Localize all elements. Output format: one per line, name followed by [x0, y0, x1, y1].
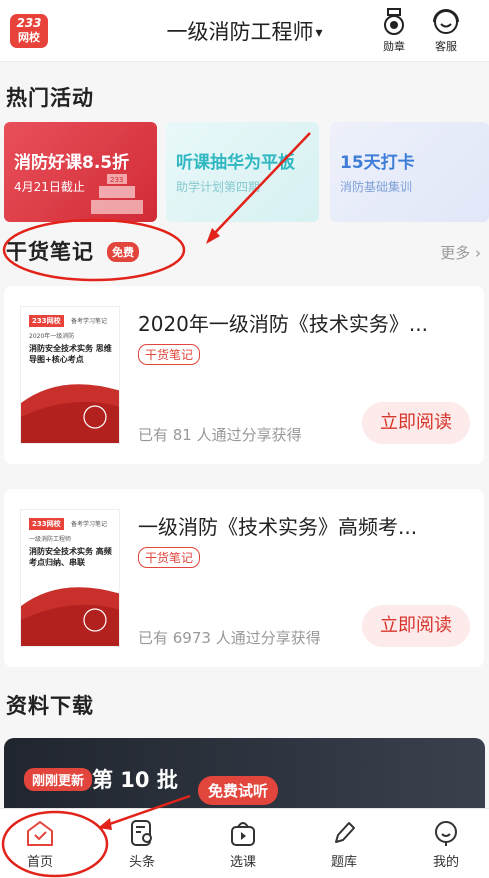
- note-card[interactable]: 233网校 备考学习笔记 2020年一级消防 消防安全技术实务 思维导图+核心考…: [4, 286, 484, 464]
- svg-text:233: 233: [110, 176, 123, 184]
- new-update-badge: 刚刚更新: [24, 768, 93, 791]
- cover-wave-graphic: [21, 587, 119, 646]
- tab-news[interactable]: 头条: [112, 819, 172, 870]
- read-now-button[interactable]: 立即阅读: [362, 605, 470, 647]
- promo-card-discount[interactable]: 消防好课8.5折 4月21日截止 233: [4, 122, 157, 222]
- note-tag: 干货笔记: [138, 344, 201, 365]
- free-badge: 免费: [107, 242, 139, 262]
- chevron-down-icon: ▾: [315, 25, 323, 41]
- tab-label: 题库: [330, 855, 357, 870]
- tab-home[interactable]: 首页: [10, 819, 70, 870]
- free-trial-badge[interactable]: 免费试听: [198, 776, 279, 805]
- news-icon: [131, 820, 152, 846]
- headset-smile-icon: [433, 9, 459, 34]
- cover-heading: 消防安全技术实务 思维导图+核心考点: [29, 344, 112, 364]
- top-header: 233 网校 一级消防工程师 ▾ 勋章 客服: [0, 0, 489, 62]
- note-cover-image: 233网校 备考学习笔记 一级消防工程师 消防安全技术实务 高频考点归纳、串联: [20, 509, 120, 647]
- cover-logo: 233网校: [29, 315, 64, 327]
- cover-subtitle: 2020年一级消防: [29, 333, 75, 340]
- promo-subtitle: 助学计划第四期: [176, 180, 261, 194]
- note-title: 一级消防《技术实务》高频考...: [138, 515, 418, 539]
- tab-question-bank[interactable]: 题库: [314, 819, 374, 870]
- page-title: 一级消防工程师: [166, 20, 314, 44]
- customer-service-button[interactable]: 客服: [426, 8, 466, 54]
- promo-subtitle: 消防基础集训: [340, 180, 413, 194]
- promo-subtitle: 4月21日截止: [14, 180, 85, 194]
- promo-card-lottery[interactable]: 听课抽华为平板 助学计划第四期: [166, 122, 319, 222]
- cover-subtitle: 一级消防工程师: [29, 536, 72, 543]
- promo-title: 听课抽华为平板: [176, 153, 295, 173]
- tab-profile[interactable]: 我的: [416, 819, 476, 870]
- tab-courses[interactable]: 选课: [213, 819, 273, 870]
- tab-label: 选课: [229, 855, 256, 870]
- profile-icon: [435, 821, 457, 846]
- medal-icon: [384, 8, 404, 35]
- cover-logo: 233网校: [29, 518, 64, 530]
- cover-wave-graphic: [21, 384, 119, 443]
- batch-label: 第 10 批: [92, 768, 178, 792]
- bottom-tab-bar: 首页 头条 选课 题库 我的: [0, 808, 489, 878]
- notes-heading: 干货笔记: [6, 240, 94, 264]
- promo-title: 15天打卡: [340, 153, 415, 173]
- tower-illustration-icon: 233: [91, 174, 143, 214]
- home-icon: [27, 821, 53, 846]
- hot-activities-heading: 热门活动: [6, 86, 94, 110]
- cover-tag: 备考学习笔记: [71, 521, 108, 528]
- service-label: 客服: [435, 40, 457, 53]
- badge-label: 勋章: [383, 40, 405, 53]
- share-count: 已有 81 人通过分享获得: [138, 426, 302, 444]
- tab-label: 头条: [128, 855, 155, 870]
- tab-label: 首页: [26, 855, 53, 870]
- share-count: 已有 6973 人通过分享获得: [138, 629, 321, 647]
- course-bag-icon: [231, 822, 255, 846]
- cover-heading: 消防安全技术实务 高频考点归纳、串联: [29, 547, 112, 567]
- note-title: 2020年一级消防《技术实务》...: [138, 312, 428, 336]
- pencil-icon: [335, 822, 355, 843]
- annotation-arrow-head: [206, 228, 220, 244]
- exam-selector[interactable]: 一级消防工程师 ▾: [0, 16, 489, 46]
- more-link[interactable]: 更多 ›: [440, 242, 481, 263]
- note-cover-image: 233网校 备考学习笔记 2020年一级消防 消防安全技术实务 思维导图+核心考…: [20, 306, 120, 444]
- read-now-button[interactable]: 立即阅读: [362, 402, 470, 444]
- note-tag: 干货笔记: [138, 547, 201, 568]
- cover-tag: 备考学习笔记: [71, 318, 108, 325]
- tab-label: 我的: [432, 855, 459, 870]
- promo-card-checkin[interactable]: 15天打卡 消防基础集训: [330, 122, 489, 222]
- note-card[interactable]: 233网校 备考学习笔记 一级消防工程师 消防安全技术实务 高频考点归纳、串联 …: [4, 489, 484, 667]
- badge-button[interactable]: 勋章: [374, 8, 414, 54]
- downloads-heading: 资料下载: [6, 694, 94, 718]
